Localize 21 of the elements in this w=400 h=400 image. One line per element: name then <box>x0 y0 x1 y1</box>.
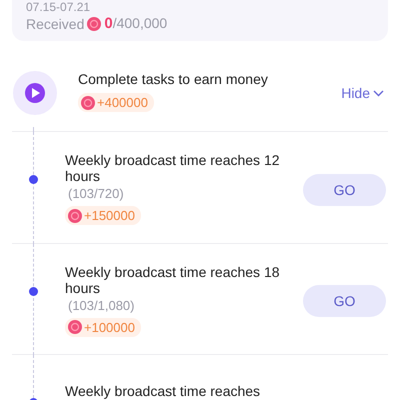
coin-icon <box>87 16 102 30</box>
task-group-title: Complete tasks to earn money <box>78 71 269 88</box>
received-amount: 0/400,000 <box>104 15 168 32</box>
go-button[interactable]: GO <box>303 174 386 206</box>
go-button[interactable]: GO <box>303 285 386 318</box>
received-label: Received <box>26 16 84 32</box>
chevron-icon <box>373 90 384 96</box>
coin-icon <box>81 96 95 110</box>
coin-icon <box>68 320 82 334</box>
reward-badge: +100000 <box>65 318 141 336</box>
timeline-dot <box>29 175 38 184</box>
hide-toggle[interactable]: Hide <box>341 85 388 101</box>
reward-badge: +150000 <box>65 206 141 225</box>
date-range: 07.15-07.21 <box>26 0 92 14</box>
task-title: Weekly broadcast time reaches 12 hours <box>65 152 281 184</box>
timeline-dot <box>29 286 38 296</box>
play-icon <box>13 71 57 115</box>
task-title: Weekly broadcast time reaches <box>65 383 262 399</box>
reward-badge: +400000 <box>78 93 154 112</box>
coin-icon <box>68 208 82 222</box>
task-title: Weekly broadcast time reaches 18 hours <box>65 264 281 296</box>
